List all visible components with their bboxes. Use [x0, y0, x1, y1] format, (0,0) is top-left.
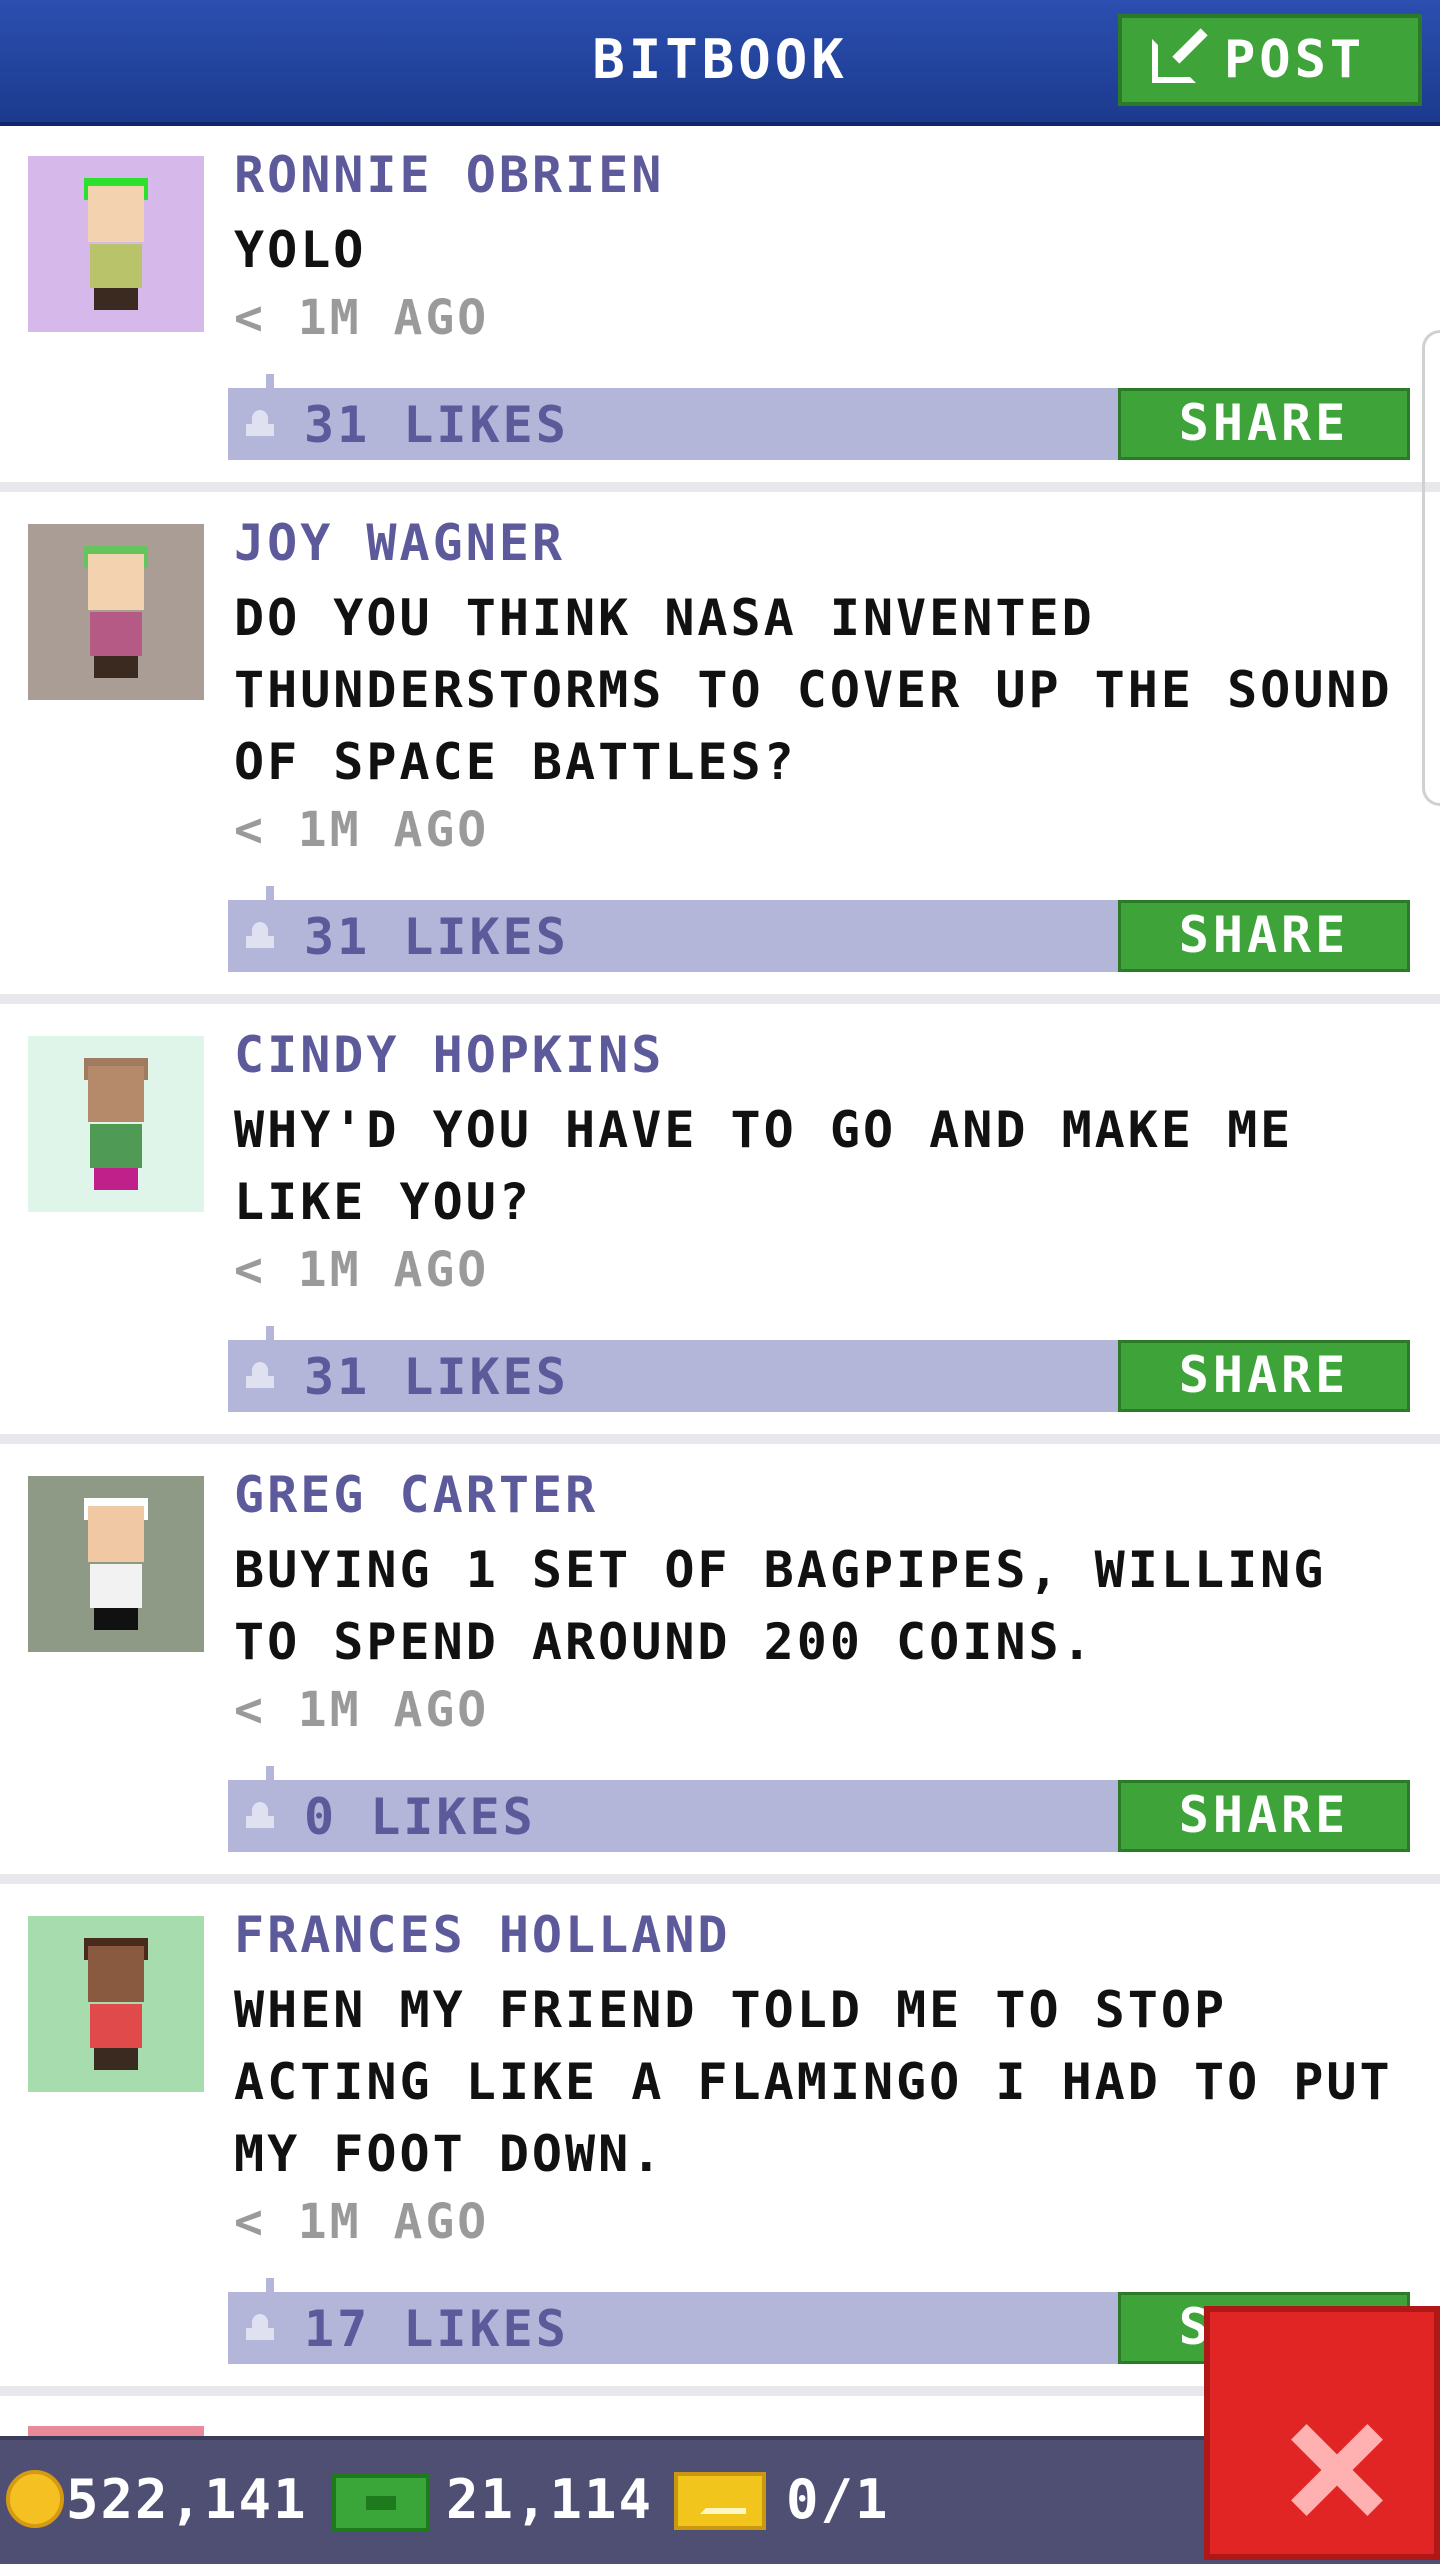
bux-icon [332, 2474, 430, 2532]
likes-bar: 31 LIKES SHARE [228, 374, 1410, 460]
post-button-label: POST [1224, 30, 1366, 90]
thumbs-up-icon[interactable] [246, 922, 274, 950]
feed-post: GREG CARTER BUYING 1 SET OF BAGPIPES, WI… [0, 1444, 1440, 1874]
post-message: DO YOU THINK NASA INVENTED THUNDERSTORMS… [234, 589, 1393, 791]
divider [0, 482, 1440, 492]
post-author[interactable]: GREG CARTER [234, 1466, 598, 1524]
divider [0, 1434, 1440, 1444]
avatar[interactable] [28, 1036, 204, 1212]
share-button[interactable]: SHARE [1118, 900, 1410, 972]
ticket-icon [674, 2472, 766, 2530]
likes-bar: 0 LIKES SHARE [228, 1766, 1410, 1852]
coin-icon [6, 2470, 64, 2528]
post-time: < 1M AGO [234, 290, 490, 346]
thumbs-up-icon[interactable] [246, 2314, 274, 2342]
thumbs-up-icon[interactable] [246, 1802, 274, 1830]
thumbs-up-icon[interactable] [246, 410, 274, 438]
bux-count: 21,114 [446, 2468, 654, 2531]
divider [0, 1874, 1440, 1884]
likes-count: 31 LIKES [304, 908, 569, 966]
feed-post: RONNIE OBRIEN YOLO < 1M AGO 31 LIKES SHA… [0, 126, 1440, 482]
post-author[interactable]: RONNIE OBRIEN [234, 146, 664, 204]
feed-post: JOY WAGNER DO YOU THINK NASA INVENTED TH… [0, 492, 1440, 994]
avatar[interactable] [28, 1476, 204, 1652]
avatar[interactable] [28, 1916, 204, 2092]
share-button[interactable]: SHARE [1118, 1340, 1410, 1412]
avatar[interactable] [28, 156, 204, 332]
post-author[interactable]: JOY WAGNER [234, 514, 565, 572]
post-author[interactable]: CINDY HOPKINS [234, 1026, 664, 1084]
edit-icon [1152, 28, 1208, 87]
tickets-count: 0/1 [786, 2468, 890, 2531]
post-time: < 1M AGO [234, 1242, 490, 1298]
post-message: WHY'D YOU HAVE TO GO AND MAKE ME LIKE YO… [234, 1101, 1294, 1231]
post-message: WHEN MY FRIEND TOLD ME TO STOP ACTING LI… [234, 1981, 1393, 2183]
avatar[interactable] [28, 524, 204, 700]
close-icon [1288, 2422, 1384, 2518]
coins-count: 522,141 [66, 2468, 308, 2531]
likes-count: 31 LIKES [304, 1348, 569, 1406]
post-time: < 1M AGO [234, 2194, 490, 2250]
post-author[interactable]: FRANCES HOLLAND [234, 1906, 731, 1964]
next-post-peek [28, 2426, 204, 2436]
likes-count: 0 LIKES [304, 1788, 536, 1846]
app-header: BITBOOK POST [0, 0, 1440, 126]
share-button[interactable]: SHARE [1118, 388, 1410, 460]
likes-bar: 31 LIKES SHARE [228, 1326, 1410, 1412]
likes-count: 17 LIKES [304, 2300, 569, 2358]
share-button[interactable]: SHARE [1118, 1780, 1410, 1852]
post-button[interactable]: POST [1118, 14, 1422, 106]
scrollbar[interactable] [1422, 330, 1440, 806]
post-time: < 1M AGO [234, 1682, 490, 1738]
likes-count: 31 LIKES [304, 396, 569, 454]
close-button[interactable] [1204, 2306, 1440, 2560]
likes-bar: 31 LIKES SHARE [228, 886, 1410, 972]
post-message: YOLO [234, 221, 367, 279]
feed-post: CINDY HOPKINS WHY'D YOU HAVE TO GO AND M… [0, 1004, 1440, 1434]
post-time: < 1M AGO [234, 802, 490, 858]
post-message: BUYING 1 SET OF BAGPIPES, WILLING TO SPE… [234, 1541, 1327, 1671]
divider [0, 994, 1440, 1004]
thumbs-up-icon[interactable] [246, 1362, 274, 1390]
